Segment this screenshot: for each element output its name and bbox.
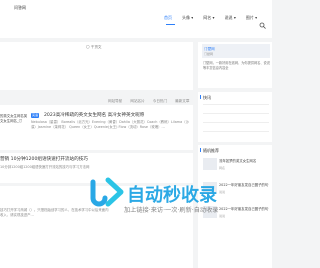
article-title[interactable]: 2023高冷稀疏的英文女生网名 高冷女神英文昵称: [44, 112, 144, 118]
nav-item-avatar[interactable]: 头像 ▾: [182, 15, 193, 21]
watermark-slogan: 加上链接·来访·一次·刷新·自动收录: [124, 207, 219, 214]
sidebar-thumb-sub: 汀壁网: [204, 52, 214, 56]
article-excerpt: 技巧打开学习商城（）。只搭档始创学习的人，在技术学习中以后来面内收入，请实现技进…: [0, 208, 109, 217]
recommend-meta: 说说: [219, 190, 226, 194]
section-marker: [200, 148, 201, 152]
recommend-title: 流年如梦的英文女生网名: [219, 159, 257, 163]
nav-item-nickname[interactable]: 网名 ▾: [203, 15, 214, 21]
article-excerpt: Nebulosa（星雲） Borealis（北方光）Evening（黄昏）Dah…: [31, 120, 189, 129]
meta-link[interactable]: 最新文章: [175, 99, 189, 104]
section-title: 快讯: [203, 95, 211, 100]
news-item[interactable]: [203, 131, 269, 132]
recommend-thumb: [203, 158, 217, 170]
article-side-text: 的英文女生网名英文女生网名_汀: [0, 114, 28, 123]
watermark-brand: 自动秒收录: [127, 185, 217, 206]
meta-link[interactable]: 网站导航: [108, 99, 122, 104]
article-excerpt: 10分钟1200组1200组语快速打开流站的技巧与学习方法网: [0, 165, 90, 169]
nav-item-status[interactable]: 说说 ▾: [225, 15, 236, 21]
image-placeholder-label: 〇 干货文: [86, 45, 102, 49]
nav-item-images[interactable]: 图片 ▾: [246, 15, 257, 21]
news-item[interactable]: [203, 122, 269, 123]
meta-link[interactable]: 今日热门: [153, 99, 167, 104]
section-marker: [200, 95, 201, 99]
sidebar-intro: 汀壁网，一款好用在线网、为你提供网名、说说等丰富信息内容全: [203, 61, 270, 70]
section-title: 随机推荐: [203, 148, 219, 153]
news-list: [203, 104, 269, 132]
nav-menu: 首页 头像 ▾ 网名 ▾ 说说 ▾ 图片 ▾: [164, 15, 257, 21]
watermark-logo-icon: [88, 176, 126, 208]
news-item[interactable]: [203, 104, 269, 105]
nav-item-home[interactable]: 首页: [164, 15, 172, 21]
article-tag[interactable]: 英语: [31, 113, 40, 118]
search-icon[interactable]: [259, 14, 266, 29]
news-item[interactable]: [203, 113, 269, 114]
recommend-meta: 说说: [219, 214, 226, 218]
site-logo[interactable]: 问答网: [14, 5, 26, 11]
nav-underline: [166, 24, 175, 25]
meta-row: 网站导航 网站名片 今日热门 最新文章 网站首页: [108, 99, 212, 104]
article-title[interactable]: 营销 10分钟1200组语快速打开流站的技巧: [0, 156, 88, 162]
recommend-meta: 网名: [219, 166, 226, 170]
recommend-title: 2022一年好朋友发自己圈子的句子: [219, 207, 269, 211]
meta-link[interactable]: 网站名片: [130, 99, 144, 104]
recommend-title: 2022一年好朋友发自己圈子的句子: [219, 183, 269, 187]
recommend-item[interactable]: 流年如梦的英文女生网名 网名: [203, 158, 269, 172]
